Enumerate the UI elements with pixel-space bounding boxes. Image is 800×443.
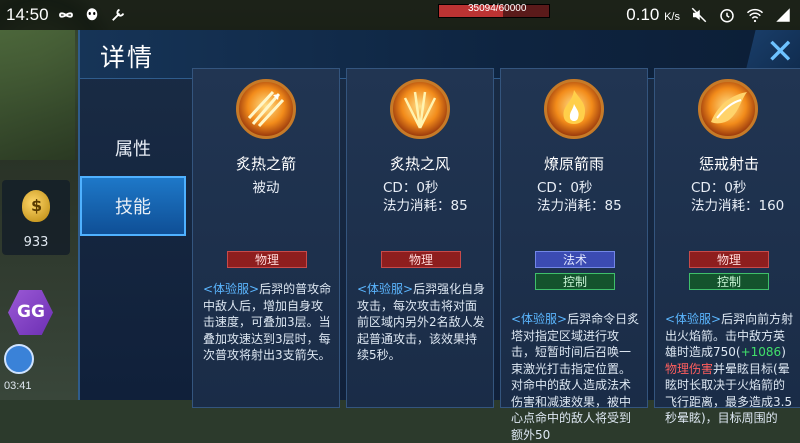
tag-magic: 法术 xyxy=(535,251,615,268)
skill-card-2[interactable]: 炙热之风 CD：0秒 法力消耗：85 物理 <体验服>后羿强化自身攻击，每次攻击将… xyxy=(346,68,494,408)
enemy-hp-text: 35094/60000 xyxy=(468,3,527,14)
skill-card-4[interactable]: 惩戒射击 CD：0秒 法力消耗：160 物理 控制 <体验服>后羿向前方射出火焰箭… xyxy=(654,68,800,425)
detail-panel: 详情 ✕ 属性 技能 炙热之箭 被动 物理 <体验服>后羿的普攻命中敌人后，增加… xyxy=(78,30,800,442)
tag-control: 控制 xyxy=(535,273,615,290)
minimap[interactable] xyxy=(0,30,75,160)
wrench-icon xyxy=(111,8,124,21)
skill-name: 惩戒射击 xyxy=(698,155,759,173)
skill-description: <体验服>后羿的普攻命中敌人后，增加自身攻击速度，可叠加3层。当叠加攻速达到3层… xyxy=(203,282,332,362)
camera-button[interactable] xyxy=(4,344,34,374)
status-bar: 14:50 0.10 K/s xyxy=(0,0,800,30)
skill-stats: CD：0秒 法力消耗：160 xyxy=(691,180,785,214)
panel-title: 详情 xyxy=(100,43,155,72)
tag-control: 控制 xyxy=(689,273,769,290)
tag-physical: 物理 xyxy=(227,251,307,268)
phoenix-shot-icon xyxy=(698,79,758,139)
skill-name: 炙热之箭 xyxy=(235,155,296,173)
infinity-icon xyxy=(58,12,73,18)
game-time: 03:41 xyxy=(4,380,32,392)
wind-arrow-icon xyxy=(390,79,450,139)
arrow-skill-icon xyxy=(236,79,296,139)
skill-description: <体验服>后羿强化自身攻击，每次攻击将对面前区域内另外2名敌人发起普通攻击，该效… xyxy=(357,282,486,362)
tab-attributes[interactable]: 属性 xyxy=(80,118,186,178)
close-icon: ✕ xyxy=(766,32,795,72)
qq-icon xyxy=(86,8,97,21)
signal-icon xyxy=(776,8,790,22)
fire-rain-icon xyxy=(544,79,604,139)
skill-description: <体验服>后羿命令日炙塔对指定区域进行攻击，短暂时间后召唤一束激光打击指定位置。… xyxy=(511,312,640,442)
clock: 14:50 xyxy=(6,5,49,24)
tag-physical: 物理 xyxy=(381,251,461,268)
gold-box[interactable]: 933 xyxy=(2,180,70,255)
skill-name: 燎原箭雨 xyxy=(543,155,604,173)
skill-stats: CD：0秒 法力消耗：85 xyxy=(537,180,622,214)
money-bag-icon xyxy=(22,190,50,222)
wifi-icon xyxy=(746,8,764,23)
alarm-icon xyxy=(720,9,734,23)
tab-skills[interactable]: 技能 xyxy=(80,176,186,236)
skill-card-1[interactable]: 炙热之箭 被动 物理 <体验服>后羿的普攻命中敌人后，增加自身攻击速度，可叠加3… xyxy=(192,68,340,408)
skill-name: 炙热之风 xyxy=(389,155,450,173)
skill-description: <体验服>后羿向前方射出火焰箭。击中敌方英雄时造成750(+1086)物理伤害并… xyxy=(665,312,794,425)
skill-stats: CD：0秒 法力消耗：85 xyxy=(383,180,468,214)
skill-card-3[interactable]: 燎原箭雨 CD：0秒 法力消耗：85 法术 控制 <体验服>后羿命令日炙塔对指定区… xyxy=(500,68,648,442)
gold-value: 933 xyxy=(23,235,49,250)
mute-icon xyxy=(691,7,707,23)
net-speed: 0.10 K/s xyxy=(626,5,680,24)
skill-passive: 被动 xyxy=(252,180,280,196)
tag-physical: 物理 xyxy=(689,251,769,268)
